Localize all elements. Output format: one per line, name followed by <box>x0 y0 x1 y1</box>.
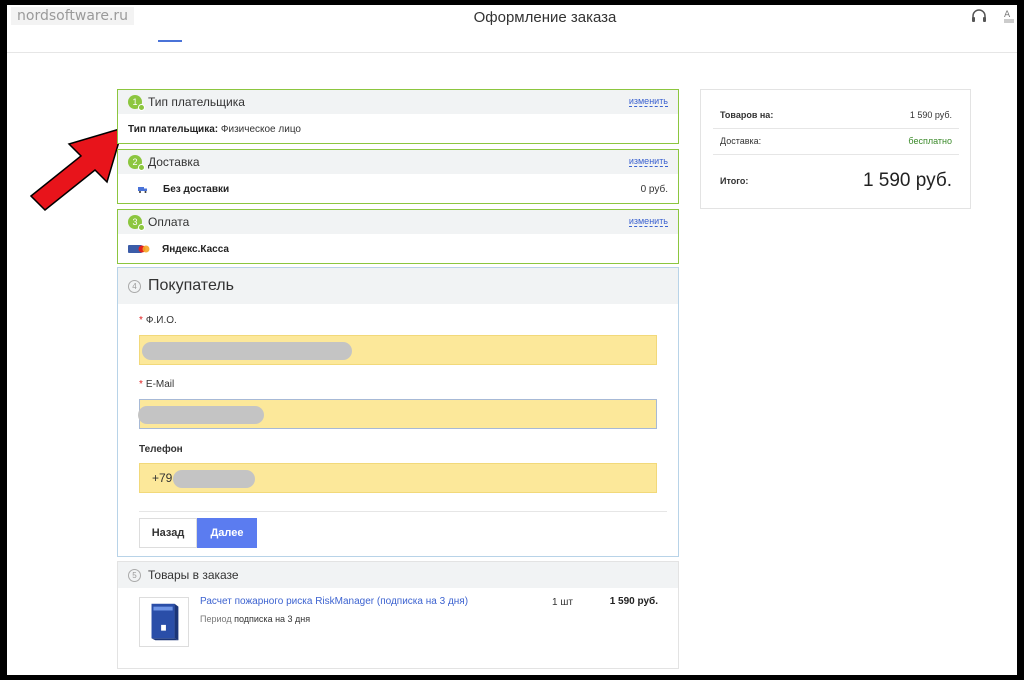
order-items-header: 5 Товары в заказе <box>118 562 678 588</box>
summary-delivery-row: Доставка: бесплатно <box>720 136 952 146</box>
summary-delivery-value: бесплатно <box>908 136 952 146</box>
truck-icon <box>138 186 147 193</box>
summary-goods-row: Товаров на: 1 590 руб. <box>720 110 952 120</box>
text-size-icon[interactable]: A <box>1003 8 1015 24</box>
edit-payment-link[interactable]: изменить <box>628 216 668 227</box>
payer-type-value: Физическое лицо <box>220 123 301 135</box>
next-button[interactable]: Далее <box>197 518 257 548</box>
step-title: Оплата <box>148 215 190 229</box>
phone-field[interactable]: +79 <box>139 463 657 493</box>
payment-method-name: Яндекс.Касса <box>162 243 229 255</box>
step-header: 1 Тип плательщика изменить <box>118 90 678 114</box>
divider <box>713 154 959 155</box>
step-number-badge: 2 <box>128 155 145 171</box>
order-items-title: Товары в заказе <box>148 568 239 582</box>
summary-goods-value: 1 590 руб. <box>909 110 952 120</box>
step-number-badge: 1 <box>128 95 145 111</box>
check-icon <box>138 104 145 111</box>
check-icon <box>138 164 145 171</box>
step-number-badge: 3 <box>128 215 145 231</box>
delivery-price: 0 руб. <box>640 183 668 195</box>
summary-total-label: Итого: <box>720 176 749 186</box>
back-button[interactable]: Назад <box>139 518 197 548</box>
delivery-method-name: Без доставки <box>163 183 230 195</box>
required-mark: * <box>139 315 143 326</box>
order-items-section: 5 Товары в заказе Расчет пожарного риска… <box>117 561 679 669</box>
product-period: Период подписка на 3 дня <box>200 614 311 624</box>
edit-payer-link[interactable]: изменить <box>628 96 668 107</box>
card-payment-icon <box>128 245 150 253</box>
redacted-blur <box>142 342 352 360</box>
step-body: Яндекс.Касса <box>118 234 678 264</box>
step-number-badge: 4 <box>128 279 141 293</box>
checkout-header: nordsoftware.ru Оформление заказа A <box>7 5 1017 53</box>
phone-label: Телефон <box>139 444 183 455</box>
step-delivery: 2 Доставка изменить Без доставки 0 руб. <box>117 149 679 204</box>
redacted-blur <box>173 470 255 488</box>
step-title: Доставка <box>148 155 200 169</box>
step-title: Тип плательщика <box>148 95 245 109</box>
page-title: Оформление заказа <box>473 9 617 26</box>
headset-icon[interactable] <box>971 9 987 23</box>
product-box-image[interactable] <box>139 597 189 647</box>
fio-field[interactable] <box>139 335 657 365</box>
summary-delivery-label: Доставка: <box>720 136 762 146</box>
divider <box>713 128 959 129</box>
summary-total-row: Итого: 1 590 руб. <box>720 170 952 192</box>
step-payment: 3 Оплата изменить Яндекс.Касса <box>117 209 679 264</box>
browser-viewport: nordsoftware.ru Оформление заказа A 1 Ти… <box>7 5 1017 675</box>
divider <box>139 511 667 512</box>
buyer-title: Покупатель <box>148 277 234 294</box>
email-field[interactable] <box>138 399 657 429</box>
check-icon <box>138 224 145 231</box>
summary-total-value: 1 590 руб. <box>862 170 952 191</box>
product-quantity: 1 шт <box>552 597 573 608</box>
edit-delivery-link[interactable]: изменить <box>628 156 668 167</box>
active-tab-indicator <box>158 40 182 42</box>
step-header: 3 Оплата изменить <box>118 210 678 234</box>
order-summary: Товаров на: 1 590 руб. Доставка: бесплат… <box>700 89 971 209</box>
payer-type-label: Тип плательщика: <box>128 123 219 135</box>
buyer-header: 4 Покупатель <box>118 268 678 304</box>
fio-label: * Ф.И.О. <box>139 315 177 326</box>
step-header: 2 Доставка изменить <box>118 150 678 174</box>
step-body: Без доставки 0 руб. <box>118 174 678 204</box>
product-name-link[interactable]: Расчет пожарного риска RiskManager (подп… <box>200 596 468 607</box>
svg-text:A: A <box>1004 10 1011 20</box>
phone-value: +79 <box>152 471 173 485</box>
product-price: 1 590 руб. <box>609 596 658 607</box>
required-mark: * <box>139 379 143 390</box>
email-label: * E-Mail <box>139 379 175 390</box>
buyer-section: 4 Покупатель * Ф.И.О. * E-Mail Телефон +79… <box>117 267 679 557</box>
red-arrow-annotation <box>29 126 125 212</box>
step-payer-type: 1 Тип плательщика изменить Тип плательщи… <box>117 89 679 144</box>
redacted-blur <box>138 406 264 424</box>
summary-goods-label: Товаров на: <box>720 110 774 120</box>
step-body: Тип плательщика: Физическое лицо <box>118 114 678 144</box>
step-number-badge: 5 <box>128 568 141 582</box>
